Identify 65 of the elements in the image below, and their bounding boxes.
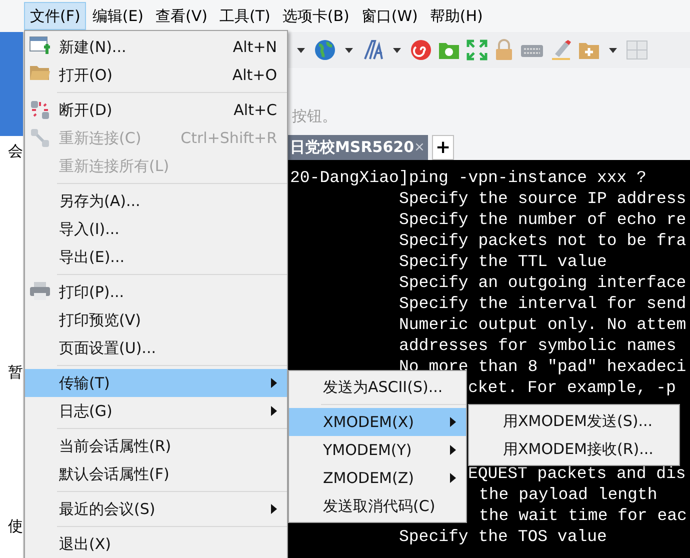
- hint-text: 按钮。: [292, 106, 337, 128]
- menu-bar-item[interactable]: 工具(T): [214, 2, 276, 30]
- folder-icon: [29, 64, 51, 82]
- tab-label: 日党校MSR5620: [290, 137, 414, 158]
- terminal-line: Specify an outgoing interface: [399, 272, 686, 293]
- caret-icon[interactable]: [393, 48, 401, 52]
- menu-item[interactable]: 页面设置(U)...: [25, 334, 287, 362]
- menu-bar-item[interactable]: 文件(F): [24, 2, 86, 30]
- menu-item[interactable]: 导入(I)...: [25, 215, 287, 243]
- menu-item[interactable]: 退出(X): [25, 530, 287, 558]
- terminal-line: EQUEST packets and dis: [468, 463, 686, 484]
- terminal-line: Specify packets not to be fra: [399, 230, 686, 251]
- menu-item[interactable]: 打印预览(V): [25, 306, 287, 334]
- menu-item[interactable]: 发送取消代码(C): [289, 492, 466, 520]
- menu-item[interactable]: 打开(O) Alt+O: [25, 61, 287, 89]
- menu-bar-item[interactable]: 选项卡(B): [276, 2, 356, 30]
- terminal-line: addresses for symbolic names: [399, 335, 676, 356]
- add-folder-icon[interactable]: [578, 40, 600, 60]
- caret-icon[interactable]: [297, 48, 305, 52]
- menu-bar-item[interactable]: 帮助(H): [424, 2, 489, 30]
- caret-icon[interactable]: [609, 48, 617, 52]
- terminal-line: Specify the TOS value: [399, 526, 607, 547]
- menu-item[interactable]: 导出(E)...: [25, 243, 287, 271]
- swirl-icon[interactable]: [410, 39, 432, 61]
- menu-item[interactable]: 断开(D) Alt+C: [25, 96, 287, 124]
- menu-item[interactable]: 日志(G): [25, 397, 287, 425]
- side-panel-text: 暂: [8, 362, 23, 382]
- menu-item[interactable]: XMODEM(X): [289, 408, 466, 436]
- menu-bar-item[interactable]: 编辑(E): [86, 2, 150, 30]
- globe-icon[interactable]: [314, 39, 336, 61]
- menu-item[interactable]: 用XMODEM发送(S)...: [469, 407, 679, 435]
- menu-item[interactable]: YMODEM(Y): [289, 436, 466, 464]
- menu-item[interactable]: 传输(T): [25, 369, 287, 397]
- font-icon[interactable]: [362, 39, 384, 61]
- terminal-line: cket. For example, -p: [468, 377, 676, 398]
- terminal-line: Specify the interval for send: [399, 293, 686, 314]
- caret-icon[interactable]: [345, 48, 353, 52]
- pen-icon[interactable]: [550, 39, 572, 61]
- terminal-line: Specify the TTL value: [399, 251, 607, 272]
- fullscreen-icon[interactable]: [466, 39, 488, 61]
- terminal-line: the payload length: [479, 484, 658, 505]
- terminal-line: Specify the number of echo re: [399, 209, 686, 230]
- new-window-icon: [29, 36, 51, 56]
- menu-item[interactable]: 当前会话属性(R): [25, 432, 287, 460]
- menu-bar-item[interactable]: 窗口(W): [355, 2, 424, 30]
- terminal-line: Specify the source IP address: [399, 188, 686, 209]
- menu-bar-item[interactable]: 查看(V): [150, 2, 214, 30]
- terminal-line: 20-DangXiao]ping -vpn-instance xxx ?: [290, 167, 646, 188]
- menu-item[interactable]: 默认会话属性(F): [25, 460, 287, 488]
- menu-item[interactable]: 用XMODEM接收(R)...: [469, 435, 679, 463]
- disconnect-icon: [29, 99, 51, 121]
- terminal-line: Numeric output only. No attem: [399, 314, 686, 335]
- menu-item[interactable]: 另存为(A)...: [25, 187, 287, 215]
- printer-icon: [29, 281, 51, 301]
- menu-item[interactable]: 发送为ASCII(S)...: [289, 373, 466, 401]
- terminal-line: the wait time for eac: [479, 505, 687, 526]
- new-tab-button[interactable]: +: [432, 135, 454, 160]
- menu-item[interactable]: ZMODEM(Z): [289, 464, 466, 492]
- menu-item[interactable]: 打印(P)...: [25, 278, 287, 306]
- reconnect-icon: [29, 127, 51, 149]
- menu-item[interactable]: 新建(N)... Alt+N: [25, 33, 287, 61]
- side-panel-text: 会: [8, 141, 23, 162]
- side-panel-text: 使: [8, 516, 23, 537]
- menu-item[interactable]: 最近的会议(S): [25, 495, 287, 523]
- session-tab[interactable]: 日党校MSR5620×: [288, 135, 428, 160]
